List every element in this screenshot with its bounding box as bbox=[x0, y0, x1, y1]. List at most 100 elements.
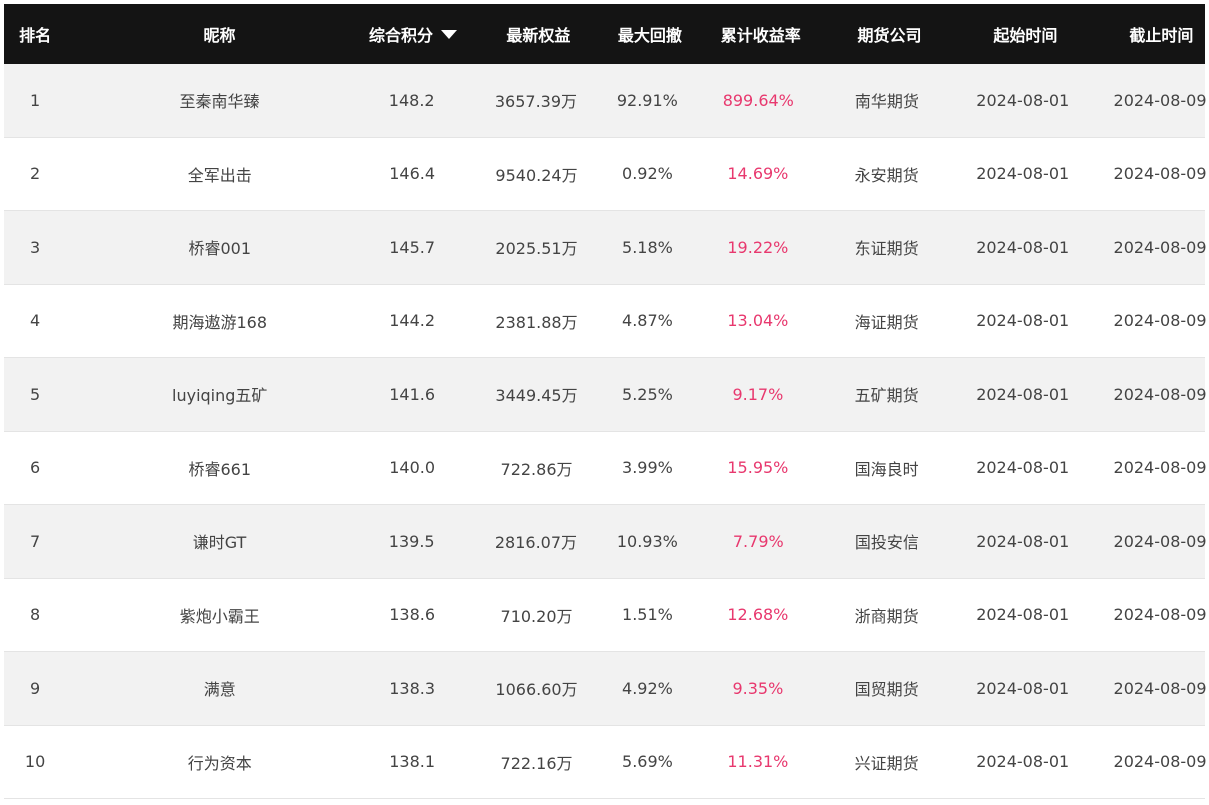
cell-start: 2024-08-01 bbox=[976, 531, 1070, 551]
table-row[interactable]: 8 紫炮小霸王 138.6 710.20万 1.51% 12.68% 浙商期货 2024-08… bbox=[4, 578, 1207, 652]
cell-end: 2024-08-09 bbox=[1113, 678, 1207, 698]
cell-score: 141.6 bbox=[389, 384, 436, 404]
cell-drawdown: 5.25% bbox=[622, 384, 673, 404]
cell-equity: 710.20万 bbox=[500, 606, 573, 626]
cell-company: 兴证期货 bbox=[854, 753, 919, 773]
cell-rank: 3 bbox=[30, 237, 41, 257]
cell-score: 140.0 bbox=[389, 458, 436, 478]
header-rank[interactable]: 排名 bbox=[4, 4, 66, 64]
cell-start: 2024-08-01 bbox=[976, 384, 1070, 404]
cell-company: 国贸期货 bbox=[854, 680, 919, 700]
cell-drawdown: 3.99% bbox=[622, 458, 673, 478]
cell-end: 2024-08-09 bbox=[1113, 384, 1207, 404]
header-equity[interactable]: 最新权益 bbox=[453, 4, 624, 64]
cell-rank: 5 bbox=[30, 384, 41, 404]
cell-name: 谦时GT bbox=[192, 533, 247, 553]
cell-score: 144.2 bbox=[389, 311, 436, 331]
cell-drawdown: 92.91% bbox=[616, 90, 678, 110]
ranking-table: 排名 昵称 综合积分 最新权益 最大回撤 累计收益率 期货公司 起始时间 截止时… bbox=[4, 4, 1207, 799]
cell-start: 2024-08-01 bbox=[976, 752, 1070, 772]
cell-start: 2024-08-01 bbox=[976, 458, 1070, 478]
cell-name: 行为资本 bbox=[187, 753, 252, 773]
header-return[interactable]: 累计收益率 bbox=[676, 4, 846, 64]
cell-name: luyiqing五矿 bbox=[172, 386, 268, 406]
cell-start: 2024-08-01 bbox=[976, 90, 1070, 110]
cell-score: 139.5 bbox=[388, 531, 435, 551]
cell-return: 12.68% bbox=[727, 605, 789, 625]
cell-start: 2024-08-01 bbox=[976, 605, 1070, 625]
cell-end: 2024-08-09 bbox=[1113, 311, 1207, 331]
cell-return: 7.79% bbox=[732, 531, 784, 551]
cell-score: 145.7 bbox=[389, 237, 436, 257]
cell-drawdown: 0.92% bbox=[622, 164, 673, 184]
cell-equity: 722.86万 bbox=[500, 459, 573, 479]
cell-equity: 3449.45万 bbox=[495, 386, 578, 406]
cell-name: 满意 bbox=[203, 680, 236, 700]
cell-end: 2024-08-09 bbox=[1113, 605, 1207, 625]
cell-company: 南华期货 bbox=[854, 92, 919, 112]
cell-score: 148.2 bbox=[388, 90, 435, 110]
cell-end: 2024-08-09 bbox=[1113, 237, 1207, 257]
cell-start: 2024-08-01 bbox=[976, 237, 1070, 257]
table-body: 1 至秦南华臻 148.2 3657.39万 92.91% 899.64% 南华期货 2024… bbox=[4, 64, 1207, 799]
table-row[interactable]: 7 谦时GT 139.5 2816.07万 10.93% 7.79% 国投安信 2024-08… bbox=[4, 505, 1207, 579]
cell-company: 海证期货 bbox=[854, 312, 919, 332]
cell-company: 永安期货 bbox=[854, 165, 919, 185]
table-row[interactable]: 3 桥睿001 145.7 2025.51万 5.18% 19.22% 东证期货 2024-0… bbox=[4, 211, 1207, 285]
cell-rank: 7 bbox=[29, 531, 41, 551]
cell-company: 东证期货 bbox=[854, 239, 919, 259]
cell-return: 899.64% bbox=[722, 90, 794, 110]
cell-company: 五矿期货 bbox=[854, 386, 919, 406]
header-start[interactable]: 起始时间 bbox=[933, 4, 1117, 64]
table-row[interactable]: 6 桥睿661 140.0 722.86万 3.99% 15.95% 国海良时 2024-08… bbox=[4, 431, 1207, 505]
header-score[interactable]: 综合积分 bbox=[369, 4, 457, 64]
cell-return: 9.35% bbox=[732, 678, 784, 698]
table-row[interactable]: 10 行为资本 138.1 722.16万 5.69% 11.31% 兴证期货 2024-08… bbox=[4, 725, 1207, 799]
cell-drawdown: 5.18% bbox=[622, 237, 673, 257]
cell-return: 13.04% bbox=[727, 311, 789, 331]
cell-name: 全军出击 bbox=[187, 165, 252, 185]
header-name[interactable]: 昵称 bbox=[66, 4, 373, 64]
cell-score: 138.3 bbox=[389, 678, 436, 698]
table-row[interactable]: 2 全军出击 146.4 9540.24万 0.92% 14.69% 永安期货 2024-08… bbox=[4, 137, 1207, 211]
cell-score: 146.4 bbox=[389, 164, 436, 184]
cell-company: 浙商期货 bbox=[854, 606, 919, 626]
cell-return: 14.69% bbox=[727, 164, 789, 184]
cell-drawdown: 10.93% bbox=[616, 531, 678, 551]
cell-start: 2024-08-01 bbox=[976, 164, 1070, 184]
cell-end: 2024-08-09 bbox=[1113, 164, 1207, 184]
cell-name: 桥睿001 bbox=[188, 239, 251, 259]
cell-company: 国投安信 bbox=[854, 533, 919, 553]
cell-equity: 2381.88万 bbox=[495, 312, 578, 332]
table-row[interactable]: 4 期海遨游168 144.2 2381.88万 4.87% 13.04% 海证期货 2024… bbox=[4, 284, 1207, 358]
table-header: 排名 昵称 综合积分 最新权益 最大回撤 累计收益率 期货公司 起始时间 截止时… bbox=[4, 4, 1205, 64]
cell-start: 2024-08-01 bbox=[976, 311, 1070, 331]
header-company[interactable]: 期货公司 bbox=[846, 4, 933, 64]
cell-return: 15.95% bbox=[727, 458, 789, 478]
cell-return: 11.31% bbox=[727, 752, 789, 772]
header-drawdown[interactable]: 最大回撤 bbox=[618, 4, 682, 64]
cell-rank: 4 bbox=[30, 311, 41, 331]
cell-equity: 722.16万 bbox=[500, 753, 573, 773]
header-score-label: 综合积分 bbox=[368, 26, 433, 45]
cell-name: 紫炮小霸王 bbox=[179, 606, 260, 626]
table-row[interactable]: 9 满意 138.3 1066.60万 4.92% 9.35% 国贸期货 2024-08-01… bbox=[4, 652, 1207, 726]
cell-end: 2024-08-09 bbox=[1113, 458, 1207, 478]
cell-end: 2024-08-09 bbox=[1113, 531, 1207, 551]
cell-start: 2024-08-01 bbox=[976, 678, 1070, 698]
table-row[interactable]: 5 luyiqing五矿 141.6 3449.45万 5.25% 9.17% 五矿期货 20… bbox=[4, 358, 1207, 432]
cell-rank: 6 bbox=[30, 458, 41, 478]
header-end[interactable]: 截止时间 bbox=[1118, 4, 1205, 64]
cell-name: 桥睿661 bbox=[188, 459, 251, 479]
cell-drawdown: 4.92% bbox=[622, 678, 673, 698]
cell-return: 19.22% bbox=[727, 237, 789, 257]
cell-drawdown: 5.69% bbox=[622, 752, 673, 772]
cell-rank: 1 bbox=[29, 90, 41, 110]
cell-rank: 2 bbox=[30, 164, 41, 184]
cell-equity: 1066.60万 bbox=[495, 680, 578, 700]
cell-name: 至秦南华臻 bbox=[179, 92, 260, 112]
table-row[interactable]: 1 至秦南华臻 148.2 3657.39万 92.91% 899.64% 南华期货 2024… bbox=[4, 64, 1207, 138]
cell-rank: 8 bbox=[30, 605, 41, 625]
cell-end: 2024-08-09 bbox=[1113, 752, 1207, 772]
cell-equity: 9540.24万 bbox=[495, 165, 578, 185]
